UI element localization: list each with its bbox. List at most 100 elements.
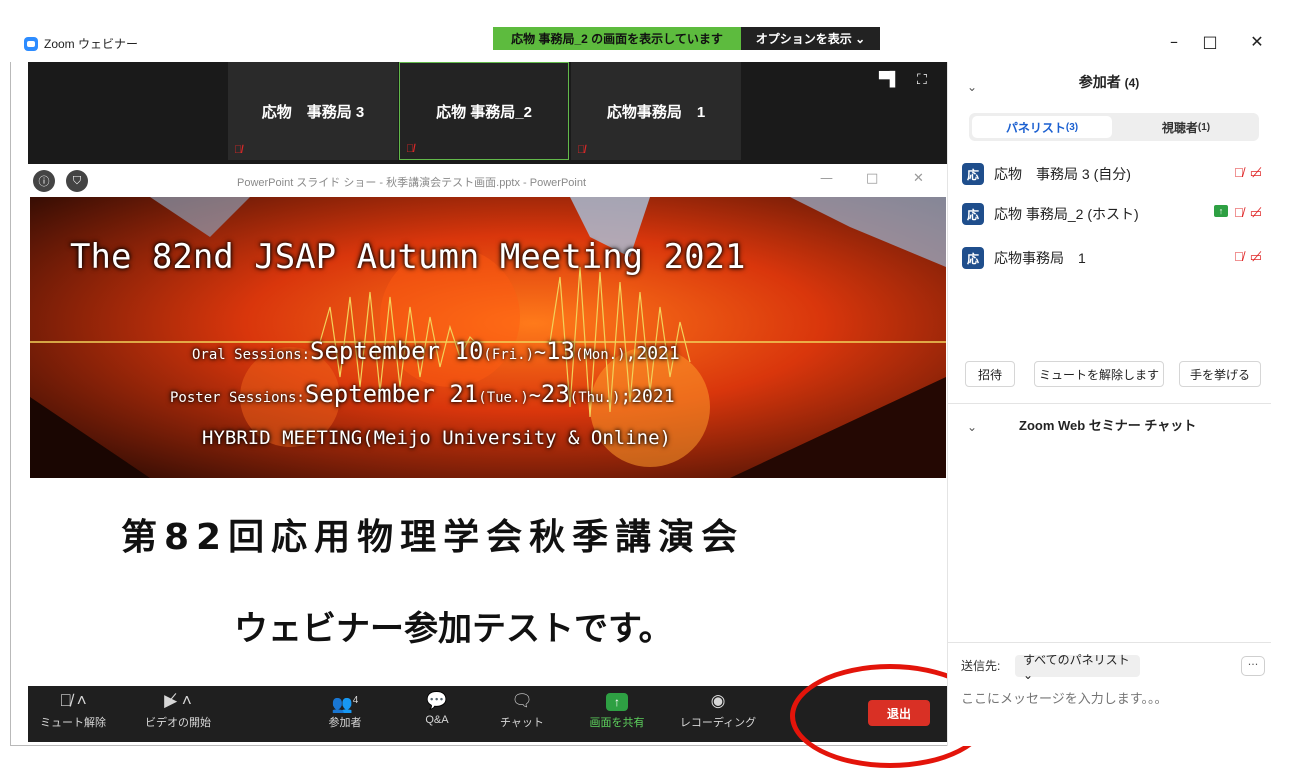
- fullscreen-icon[interactable]: ⛶: [917, 72, 927, 88]
- muted-mic-icon: 🎙̸ ˄: [59, 691, 87, 710]
- qa-button[interactable]: 💬 Q&A: [402, 688, 472, 740]
- invite-button[interactable]: 招待: [965, 361, 1015, 387]
- tab-panelists[interactable]: パネリスト (3): [972, 116, 1112, 138]
- maximize-button[interactable]: □: [1198, 32, 1222, 51]
- video-tile[interactable]: 応物 事務局 3 🎙̸: [228, 62, 398, 160]
- muted-mic-icon: 🎙̸: [1233, 205, 1244, 220]
- start-video-label: ビデオの開始: [145, 717, 211, 729]
- shield-icon[interactable]: ⛉: [66, 170, 88, 192]
- ppt-close-icon[interactable]: ✕: [913, 171, 924, 186]
- poster-label: Poster Sessions:: [170, 390, 305, 406]
- video-tile[interactable]: 応物事務局 1 🎙̸: [571, 62, 741, 160]
- muted-mic-icon: 🎙̸: [406, 143, 415, 155]
- tile-name: 応物 事務局 3: [261, 103, 365, 121]
- participant-row[interactable]: 応 応物 事務局_2 (ホスト) ↑ 🎙̸ ▭̸: [962, 201, 1262, 227]
- start-video-button[interactable]: ▶̸ ˄ ビデオの開始: [128, 688, 228, 740]
- video-off-icon: ▭̸: [1249, 249, 1262, 264]
- info-icon[interactable]: ⓘ: [33, 170, 55, 192]
- participants-total: (4): [1124, 76, 1140, 90]
- share-screen-button[interactable]: ↑ 画面を共有: [572, 688, 662, 740]
- chat-icon: 🗨: [511, 691, 533, 710]
- send-to-label: 送信先:: [961, 659, 1001, 673]
- slide-banner-image: The 82nd JSAP Autumn Meeting 2021 Oral S…: [30, 197, 946, 478]
- sharing-screen-icon: ↑: [1213, 205, 1228, 217]
- chat-label: チャット: [500, 717, 544, 729]
- powerpoint-window-title: PowerPoint スライド ショー - 秋季講演会テスト画面.pptx - …: [237, 177, 587, 189]
- participants-header: 参加者 (4): [947, 72, 1271, 92]
- avatar: 応: [962, 203, 984, 225]
- slide-headline: The 82nd JSAP Autumn Meeting 2021: [70, 237, 746, 277]
- screen-share-banner: 応物 事務局_2 の画面を表示しています: [493, 27, 741, 50]
- participants-icon: 👥: [331, 694, 353, 714]
- participant-name: 応物 事務局 3 (自分): [994, 166, 1131, 182]
- unmute-button[interactable]: 🎙̸ ˄ ミュート解除: [28, 688, 118, 740]
- share-screen-icon: ↑: [606, 693, 628, 711]
- poster-sessions-line: Poster Sessions:September 21(Tue.)~23(Th…: [170, 380, 675, 408]
- poster-day-start: 21: [449, 380, 479, 408]
- oral-day-end: 13: [546, 337, 575, 365]
- participant-row[interactable]: 応 応物事務局 1 🎙̸ ▭̸: [962, 245, 1262, 271]
- oral-year: ,2021: [625, 343, 680, 364]
- oral-sessions-line: Oral Sessions:September 10(Fri.)~13(Mon.…: [192, 337, 680, 365]
- ppt-minimize-icon[interactable]: —: [820, 171, 833, 186]
- poster-day-end: 23: [540, 380, 570, 408]
- zoom-app-icon: [24, 37, 38, 51]
- tab-panelists-label: パネリスト: [1005, 120, 1066, 135]
- close-button[interactable]: ✕: [1245, 32, 1269, 51]
- window-title: Zoom ウェビナー: [44, 37, 139, 51]
- chat-divider: [947, 642, 1271, 643]
- oral-weekday-start: (Fri.): [483, 347, 534, 363]
- send-to-dropdown[interactable]: すべてのパネリスト ⌄: [1015, 653, 1140, 682]
- unmute-label: ミュート解除: [40, 717, 106, 729]
- participants-button[interactable]: 👥4 参加者: [305, 688, 385, 740]
- oral-weekday-end: (Mon.): [574, 347, 626, 363]
- gallery-layout-icon[interactable]: ▀▌: [879, 72, 901, 88]
- share-screen-label: 画面を共有: [589, 717, 645, 729]
- recording-button[interactable]: ◉ レコーディング: [668, 688, 768, 740]
- oral-label: Oral Sessions:: [192, 347, 311, 363]
- avatar: 応: [962, 247, 984, 269]
- video-tile-active[interactable]: 応物 事務局_2 🎙̸: [399, 62, 569, 160]
- oral-range-sep: ~: [534, 340, 547, 364]
- tab-attendees-label: 視聴者: [1161, 120, 1198, 135]
- hybrid-meeting-text: HYBRID MEETING(Meijo University & Online…: [202, 427, 671, 449]
- muted-mic-icon: 🎙̸: [1233, 165, 1244, 180]
- collapse-chat-icon[interactable]: ⌄: [967, 420, 977, 434]
- oral-month: September: [310, 337, 455, 365]
- qa-label: Q&A: [425, 714, 449, 726]
- poster-weekday-start: (Tue.): [478, 390, 529, 406]
- muted-mic-icon: 🎙̸: [577, 144, 586, 156]
- participants-count: 4: [352, 695, 359, 706]
- avatar: 応: [962, 163, 984, 185]
- tab-attendees-count: (1): [1197, 121, 1211, 133]
- chat-button[interactable]: 🗨 チャット: [482, 688, 562, 740]
- tab-panelists-count: (3): [1065, 121, 1079, 133]
- panel-divider: [947, 403, 1271, 404]
- tab-attendees[interactable]: 視聴者 (1): [1116, 116, 1256, 138]
- video-off-icon: ▭̸: [1249, 165, 1262, 180]
- minimize-button[interactable]: –: [1162, 32, 1186, 51]
- view-options-button[interactable]: オプションを表示 ⌄: [741, 27, 880, 50]
- raise-hand-button[interactable]: 手を挙げる: [1179, 361, 1261, 387]
- participants-title: 参加者: [1078, 74, 1121, 90]
- video-off-icon: ▶̸ ˄: [164, 691, 192, 710]
- participant-name: 応物事務局 1: [994, 250, 1086, 266]
- poster-weekday-end: (Thu.): [569, 390, 621, 406]
- ppt-maximize-icon[interactable]: □: [866, 171, 878, 186]
- poster-year: ;2021: [620, 386, 675, 407]
- participants-label: 参加者: [328, 717, 362, 729]
- unmute-me-button[interactable]: ミュートを解除します: [1034, 361, 1164, 387]
- poster-range-sep: ~: [528, 383, 541, 407]
- recording-label: レコーディング: [679, 717, 757, 729]
- participant-row[interactable]: 応 応物 事務局 3 (自分) 🎙̸ ▭̸: [962, 161, 1262, 187]
- slide-japanese-subtitle: ウェビナー参加テストです。: [234, 609, 673, 649]
- tile-name: 応物事務局 1: [606, 103, 706, 121]
- poster-month: September: [304, 380, 450, 408]
- chat-title: Zoom Web セミナー チャット: [1019, 418, 1197, 433]
- tile-name: 応物 事務局_2: [436, 103, 532, 121]
- muted-mic-icon: 🎙̸: [234, 144, 243, 156]
- chat-message-input[interactable]: [961, 687, 1251, 709]
- muted-mic-icon: 🎙̸: [1233, 249, 1244, 264]
- more-options-icon[interactable]: ···: [1241, 656, 1265, 676]
- slide-japanese-title: 第82回応用物理学会秋季講演会: [121, 517, 745, 558]
